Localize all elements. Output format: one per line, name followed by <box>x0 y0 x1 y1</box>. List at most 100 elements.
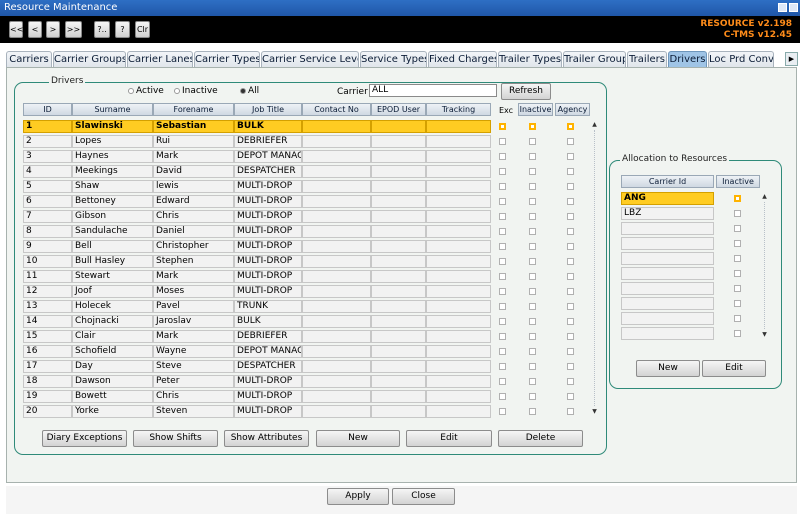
cell-surname[interactable]: Dawson <box>72 375 153 388</box>
agency-checkbox[interactable] <box>567 378 574 385</box>
inactive-checkbox[interactable] <box>529 168 536 175</box>
inactive-checkbox[interactable] <box>529 333 536 340</box>
cell-job-title[interactable]: MULTI-DROP <box>234 390 302 403</box>
cell-surname[interactable]: Bettoney <box>72 195 153 208</box>
cell-carrier-id[interactable]: LBZ <box>621 207 714 220</box>
inactive-checkbox[interactable] <box>529 348 536 355</box>
tab-carrier-service-level[interactable]: Carrier Service Level <box>261 51 359 68</box>
restore-icon[interactable] <box>778 3 787 12</box>
agency-checkbox[interactable] <box>567 363 574 370</box>
inactive-checkbox[interactable] <box>529 393 536 400</box>
cell-surname[interactable]: Haynes <box>72 150 153 163</box>
tab-fixed-charges[interactable]: Fixed Charges <box>428 51 497 68</box>
cell-id[interactable]: 9 <box>23 240 72 253</box>
agency-checkbox[interactable] <box>567 168 574 175</box>
alloc-scroll-down-icon[interactable]: ▼ <box>760 330 769 339</box>
help-button[interactable]: ? <box>115 21 130 38</box>
cell-surname[interactable]: Gibson <box>72 210 153 223</box>
tab-drivers[interactable]: Drivers <box>668 51 707 68</box>
cell-surname[interactable]: Day <box>72 360 153 373</box>
agency-checkbox[interactable] <box>567 333 574 340</box>
cell-epod-user[interactable] <box>371 225 426 238</box>
cell-epod-user[interactable] <box>371 300 426 313</box>
cell-id[interactable]: 2 <box>23 135 72 148</box>
cell-surname[interactable]: Clair <box>72 330 153 343</box>
alloc-scroll-up-icon[interactable]: ▲ <box>760 192 769 201</box>
cell-id[interactable]: 6 <box>23 195 72 208</box>
new-allocation-button[interactable]: New <box>636 360 700 377</box>
drivers-scrollbar[interactable]: ▲ ▼ <box>590 120 599 416</box>
cell-tracking[interactable] <box>426 390 491 403</box>
close-window-icon[interactable] <box>789 3 798 12</box>
previous-record-button[interactable]: < <box>28 21 42 38</box>
agency-checkbox[interactable] <box>567 348 574 355</box>
first-record-button[interactable]: << <box>9 21 23 38</box>
cell-id[interactable]: 16 <box>23 345 72 358</box>
edit-driver-button[interactable]: Edit <box>406 430 492 447</box>
alloc-inactive-checkbox[interactable] <box>734 255 741 262</box>
cell-surname[interactable]: Stewart <box>72 270 153 283</box>
cell-job-title[interactable]: DESPATCHER <box>234 360 302 373</box>
cell-job-title[interactable]: BULK <box>234 315 302 328</box>
cell-carrier-id[interactable] <box>621 297 714 310</box>
inactive-checkbox[interactable] <box>529 243 536 250</box>
cell-epod-user[interactable] <box>371 330 426 343</box>
cell-forename[interactable]: Mark <box>153 150 234 163</box>
cell-job-title[interactable]: MULTI-DROP <box>234 240 302 253</box>
last-record-button[interactable]: >> <box>65 21 82 38</box>
scroll-track[interactable] <box>594 130 595 406</box>
next-record-button[interactable]: > <box>46 21 60 38</box>
apply-button[interactable]: Apply <box>327 488 389 505</box>
exc-checkbox[interactable] <box>499 303 506 310</box>
cell-tracking[interactable] <box>426 330 491 343</box>
cell-epod-user[interactable] <box>371 315 426 328</box>
cell-job-title[interactable]: TRUNK <box>234 300 302 313</box>
inactive-checkbox[interactable] <box>529 153 536 160</box>
scroll-down-icon[interactable]: ▼ <box>590 407 599 416</box>
cell-epod-user[interactable] <box>371 180 426 193</box>
alloc-inactive-checkbox[interactable] <box>734 315 741 322</box>
cell-tracking[interactable] <box>426 210 491 223</box>
inactive-checkbox[interactable] <box>529 363 536 370</box>
cell-tracking[interactable] <box>426 135 491 148</box>
cell-epod-user[interactable] <box>371 285 426 298</box>
cell-carrier-id[interactable] <box>621 327 714 340</box>
cell-epod-user[interactable] <box>371 390 426 403</box>
agency-checkbox[interactable] <box>567 138 574 145</box>
cell-job-title[interactable]: DESPATCHER <box>234 165 302 178</box>
cell-contact-no[interactable] <box>302 195 371 208</box>
exc-checkbox[interactable] <box>499 243 506 250</box>
cell-contact-no[interactable] <box>302 180 371 193</box>
cell-id[interactable]: 4 <box>23 165 72 178</box>
cell-epod-user[interactable] <box>371 210 426 223</box>
cell-epod-user[interactable] <box>371 120 426 133</box>
cell-surname[interactable]: Holecek <box>72 300 153 313</box>
cell-contact-no[interactable] <box>302 330 371 343</box>
cell-id[interactable]: 7 <box>23 210 72 223</box>
cell-id[interactable]: 12 <box>23 285 72 298</box>
cell-contact-no[interactable] <box>302 150 371 163</box>
cell-epod-user[interactable] <box>371 240 426 253</box>
exc-checkbox[interactable] <box>499 168 506 175</box>
delete-driver-button[interactable]: Delete <box>498 430 583 447</box>
exc-checkbox[interactable] <box>499 393 506 400</box>
cell-job-title[interactable]: MULTI-DROP <box>234 180 302 193</box>
alloc-scroll-track[interactable] <box>764 202 765 329</box>
cell-tracking[interactable] <box>426 315 491 328</box>
cell-job-title[interactable]: MULTI-DROP <box>234 195 302 208</box>
alloc-inactive-checkbox[interactable] <box>734 285 741 292</box>
inactive-checkbox[interactable] <box>529 138 536 145</box>
exc-checkbox[interactable] <box>499 138 506 145</box>
cell-job-title[interactable]: DEPOT MANAG <box>234 150 302 163</box>
diary-exceptions-button[interactable]: Diary Exceptions <box>42 430 127 447</box>
alloc-inactive-checkbox[interactable] <box>734 330 741 337</box>
cell-forename[interactable]: Mark <box>153 270 234 283</box>
cell-forename[interactable]: Chris <box>153 210 234 223</box>
cell-forename[interactable]: Moses <box>153 285 234 298</box>
cell-job-title[interactable]: MULTI-DROP <box>234 285 302 298</box>
tab-trailer-types[interactable]: Trailer Types <box>498 51 562 68</box>
cell-carrier-id[interactable]: ANG <box>621 192 714 205</box>
exc-checkbox[interactable] <box>499 258 506 265</box>
inactive-checkbox[interactable] <box>529 228 536 235</box>
inactive-checkbox[interactable] <box>529 318 536 325</box>
